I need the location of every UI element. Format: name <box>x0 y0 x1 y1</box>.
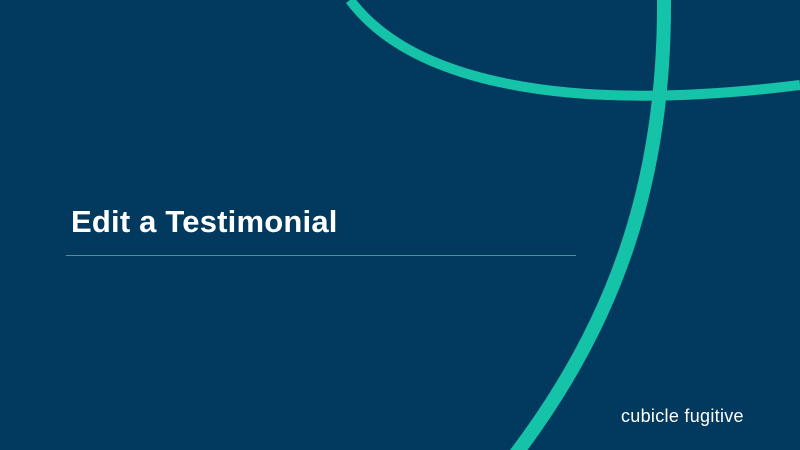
title-divider <box>66 255 576 256</box>
brand-wordmark: cubicle fugitive <box>621 406 744 426</box>
slide: Edit a Testimonial cubicle fugitive <box>0 0 800 450</box>
slide-title: Edit a Testimonial <box>71 204 338 239</box>
accent-arc-top <box>346 0 800 101</box>
accent-arc-vertical <box>509 0 672 450</box>
